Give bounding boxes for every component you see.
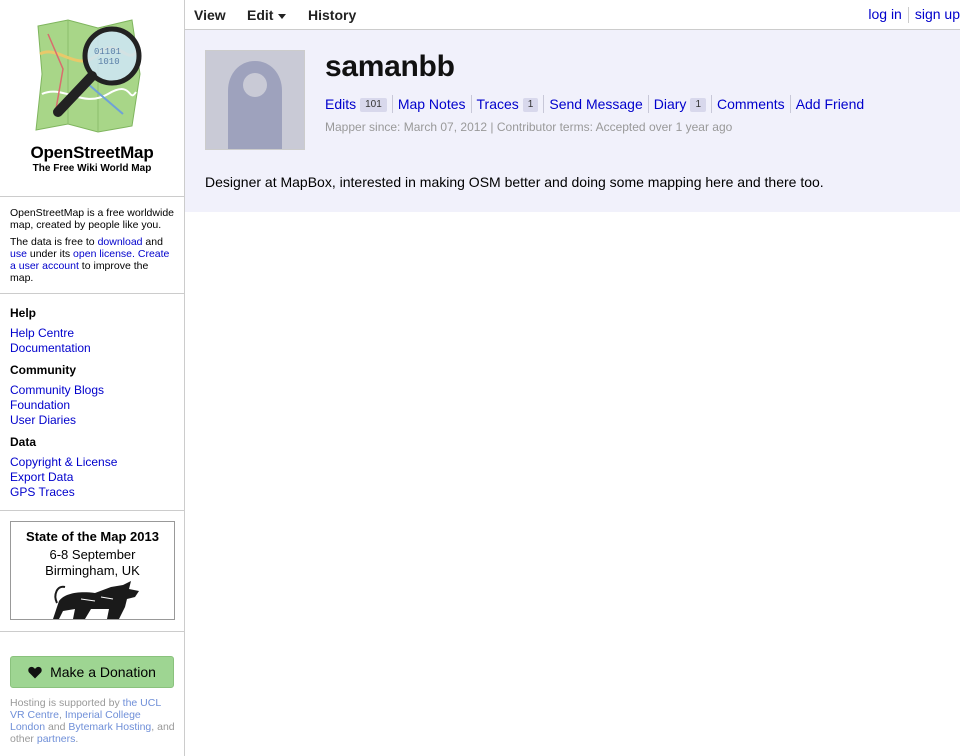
intro-text-fragment: and xyxy=(142,236,163,248)
hosting-credits: Hosting is supported by the UCL VR Centr… xyxy=(10,697,178,745)
user-diaries-link[interactable]: User Diaries xyxy=(10,413,76,427)
intro-license-paragraph: The data is free to download and use und… xyxy=(10,236,174,284)
gps-traces-link[interactable]: GPS Traces xyxy=(10,485,75,499)
default-avatar-icon xyxy=(206,51,304,149)
divider xyxy=(543,95,545,114)
intro-paragraph: OpenStreetMap is a free worldwide map, c… xyxy=(10,207,174,231)
donate-button[interactable]: Make a Donation xyxy=(10,656,174,688)
export-data-link[interactable]: Export Data xyxy=(10,470,73,484)
nav-heading-community: Community xyxy=(10,363,76,377)
user-action-links: Edits 101 Map Notes Traces 1 Send Message Diar… xyxy=(325,95,864,114)
svg-text:01101: 01101 xyxy=(94,47,121,57)
divider xyxy=(711,95,712,114)
auth-links: log in sign up xyxy=(868,6,960,24)
traces-count-badge: 1 xyxy=(522,98,539,113)
map-notes-link[interactable]: Map Notes xyxy=(398,96,466,112)
divider xyxy=(391,95,393,114)
partners-link[interactable]: partners xyxy=(37,733,76,745)
download-link[interactable]: download xyxy=(98,236,143,248)
mapper-since-info: Mapper since: March 07, 2012 | Contribut… xyxy=(325,120,733,134)
sotm-banner[interactable]: State of the Map 2013 6-8 September Birm… xyxy=(10,521,175,620)
copyright-license-link[interactable]: Copyright & License xyxy=(10,455,117,469)
nav-heading-data: Data xyxy=(10,435,37,449)
help-centre-link[interactable]: Help Centre xyxy=(10,326,74,340)
intro-text-fragment: The data is free to xyxy=(10,236,98,248)
hosting-text-fragment: Hosting is supported by xyxy=(10,697,123,709)
tab-history[interactable]: History xyxy=(308,7,356,23)
diary-link[interactable]: Diary xyxy=(654,96,687,112)
sotm-place: Birmingham, UK xyxy=(45,563,140,578)
diary-count-badge: 1 xyxy=(690,98,706,113)
tab-edit[interactable]: Edit xyxy=(247,7,287,23)
bytemark-hosting-link[interactable]: Bytemark Hosting xyxy=(68,721,151,733)
add-friend-link[interactable]: Add Friend xyxy=(796,96,864,112)
sidebar: 01101 1010 OpenStreetMap The Free Wiki W… xyxy=(0,0,185,756)
intro-text-fragment: under its xyxy=(26,248,74,260)
send-message-link[interactable]: Send Message xyxy=(549,96,642,112)
user-bio: Designer at MapBox, interested in making… xyxy=(205,174,824,190)
documentation-link[interactable]: Documentation xyxy=(10,341,91,355)
edits-link[interactable]: Edits xyxy=(325,96,356,112)
edits-count-badge: 101 xyxy=(360,98,387,113)
brand-name[interactable]: OpenStreetMap xyxy=(0,143,184,163)
sidebar-nav: Help Help Centre Documentation Community… xyxy=(0,294,184,511)
donate-label: Make a Donation xyxy=(50,664,156,680)
bull-icon xyxy=(53,581,139,619)
page-title: samanbb xyxy=(325,50,455,83)
divider xyxy=(470,95,472,114)
user-profile-panel: samanbb Edits 101 Map Notes Traces 1 Send Mes… xyxy=(185,30,960,212)
traces-link[interactable]: Traces xyxy=(477,96,519,112)
use-link[interactable]: use xyxy=(10,248,27,260)
svg-text:1010: 1010 xyxy=(98,57,120,67)
community-blogs-link[interactable]: Community Blogs xyxy=(10,383,104,397)
divider xyxy=(789,95,791,114)
divider xyxy=(647,95,649,114)
sotm-dates: 6-8 September xyxy=(49,547,136,562)
login-link[interactable]: log in xyxy=(868,6,901,22)
osm-logo-icon[interactable]: 01101 1010 xyxy=(28,14,158,139)
tab-edit-label: Edit xyxy=(247,7,274,23)
avatar xyxy=(205,50,305,150)
sotm-banner-wrap: State of the Map 2013 6-8 September Birm… xyxy=(0,511,184,632)
divider xyxy=(907,7,909,24)
heart-icon xyxy=(28,666,42,678)
sotm-title: State of the Map 2013 xyxy=(26,529,159,544)
signup-link[interactable]: sign up xyxy=(915,6,960,22)
brand-tagline: The Free Wiki World Map xyxy=(32,163,152,174)
hosting-text-fragment: . xyxy=(75,733,79,745)
nav-heading-help: Help xyxy=(10,306,37,320)
comments-link[interactable]: Comments xyxy=(717,96,785,112)
intro-text: OpenStreetMap is a free worldwide map, c… xyxy=(0,197,184,294)
open-license-link[interactable]: open license. xyxy=(73,248,135,260)
chevron-down-icon xyxy=(278,13,287,19)
top-nav-bar: View Edit History log in sign up xyxy=(185,0,960,30)
tab-view[interactable]: View xyxy=(194,7,226,23)
logo-block[interactable]: 01101 1010 OpenStreetMap The Free Wiki W… xyxy=(0,0,184,197)
foundation-link[interactable]: Foundation xyxy=(10,398,70,412)
hosting-text-fragment: and xyxy=(45,721,69,733)
